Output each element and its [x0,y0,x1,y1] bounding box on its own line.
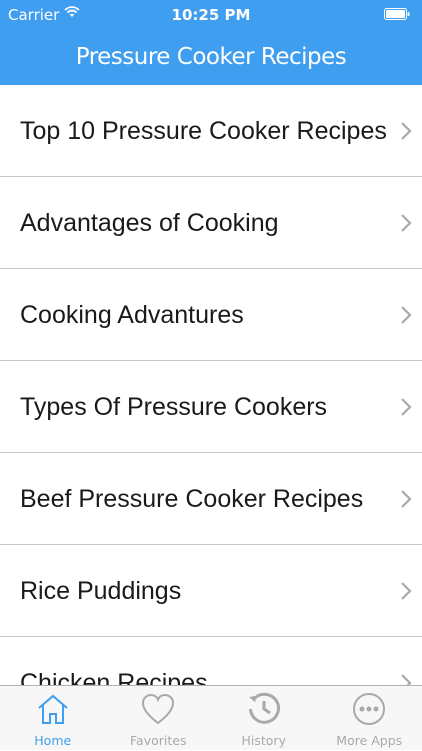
tab-bar: Home Favorites History More Apps [0,685,422,750]
tab-more-apps[interactable]: More Apps [317,686,422,751]
list-item-label: Types Of Pressure Cookers [20,361,327,453]
chevron-right-icon [400,397,412,417]
list-item[interactable]: Chicken Recipes [0,637,422,685]
chevron-right-icon [400,213,412,233]
more-icon [351,691,387,727]
battery-icon [384,8,410,20]
tab-label: Home [0,733,106,748]
list-item[interactable]: Types Of Pressure Cookers [0,361,422,453]
list-item[interactable]: Beef Pressure Cooker Recipes [0,453,422,545]
status-bar: Carrier 10:25 PM [0,0,422,30]
tab-favorites[interactable]: Favorites [106,686,212,751]
tab-label: More Apps [317,733,422,748]
history-icon [246,691,282,727]
list-item-label: Advantages of Cooking [20,177,279,269]
list-item[interactable]: Top 10 Pressure Cooker Recipes [0,85,422,177]
status-time: 10:25 PM [0,6,422,24]
tab-label: Favorites [106,733,212,748]
list-item[interactable]: Advantages of Cooking [0,177,422,269]
list-item[interactable]: Rice Puddings [0,545,422,637]
heart-icon [140,691,176,727]
recipe-list: Top 10 Pressure Cooker Recipes Advantage… [0,85,422,685]
list-item[interactable]: Cooking Advantures [0,269,422,361]
tab-history[interactable]: History [211,686,317,751]
chevron-right-icon [400,489,412,509]
list-item-label: Cooking Advantures [20,269,244,361]
list-item-label: Rice Puddings [20,545,181,637]
page-title: Pressure Cooker Recipes [0,44,422,70]
list-item-label: Beef Pressure Cooker Recipes [20,453,363,545]
navigation-header: Carrier 10:25 PM Pressure Cooker Recipes [0,0,422,85]
tab-home[interactable]: Home [0,686,106,751]
home-icon [35,691,71,727]
chevron-right-icon [400,673,412,685]
chevron-right-icon [400,581,412,601]
list-item-label: Top 10 Pressure Cooker Recipes [20,85,387,177]
list-item-label: Chicken Recipes [20,637,208,685]
chevron-right-icon [400,121,412,141]
tab-label: History [211,733,317,748]
chevron-right-icon [400,305,412,325]
